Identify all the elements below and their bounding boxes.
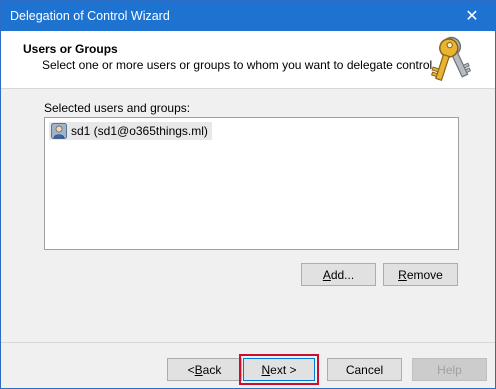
selected-users-listbox[interactable]: sd1 (sd1@o365things.ml) — [44, 117, 459, 250]
wizard-header: Users or Groups Select one or more users… — [1, 31, 495, 89]
user-icon — [51, 123, 67, 139]
list-item-label: sd1 (sd1@o365things.ml) — [71, 124, 208, 138]
next-button-highlight — [239, 354, 319, 385]
list-item[interactable]: sd1 (sd1@o365things.ml) — [49, 122, 212, 140]
help-button[interactable]: Help — [412, 358, 487, 381]
cancel-button[interactable]: Cancel — [327, 358, 402, 381]
close-button[interactable]: ✕ — [449, 1, 495, 31]
window-title: Delegation of Control Wizard — [10, 9, 170, 23]
back-button[interactable]: < Back — [167, 358, 242, 381]
footer-separator — [1, 342, 495, 343]
wizard-window: Delegation of Control Wizard ✕ Users or … — [0, 0, 496, 389]
page-title: Users or Groups — [23, 42, 118, 56]
title-bar: Delegation of Control Wizard ✕ — [1, 1, 495, 31]
page-subtitle: Select one or more users or groups to wh… — [42, 58, 436, 72]
add-button[interactable]: Add... — [301, 263, 376, 286]
close-icon: ✕ — [465, 8, 479, 25]
remove-button[interactable]: Remove — [383, 263, 458, 286]
selected-users-label: Selected users and groups: — [44, 101, 191, 115]
keys-icon — [430, 36, 472, 82]
